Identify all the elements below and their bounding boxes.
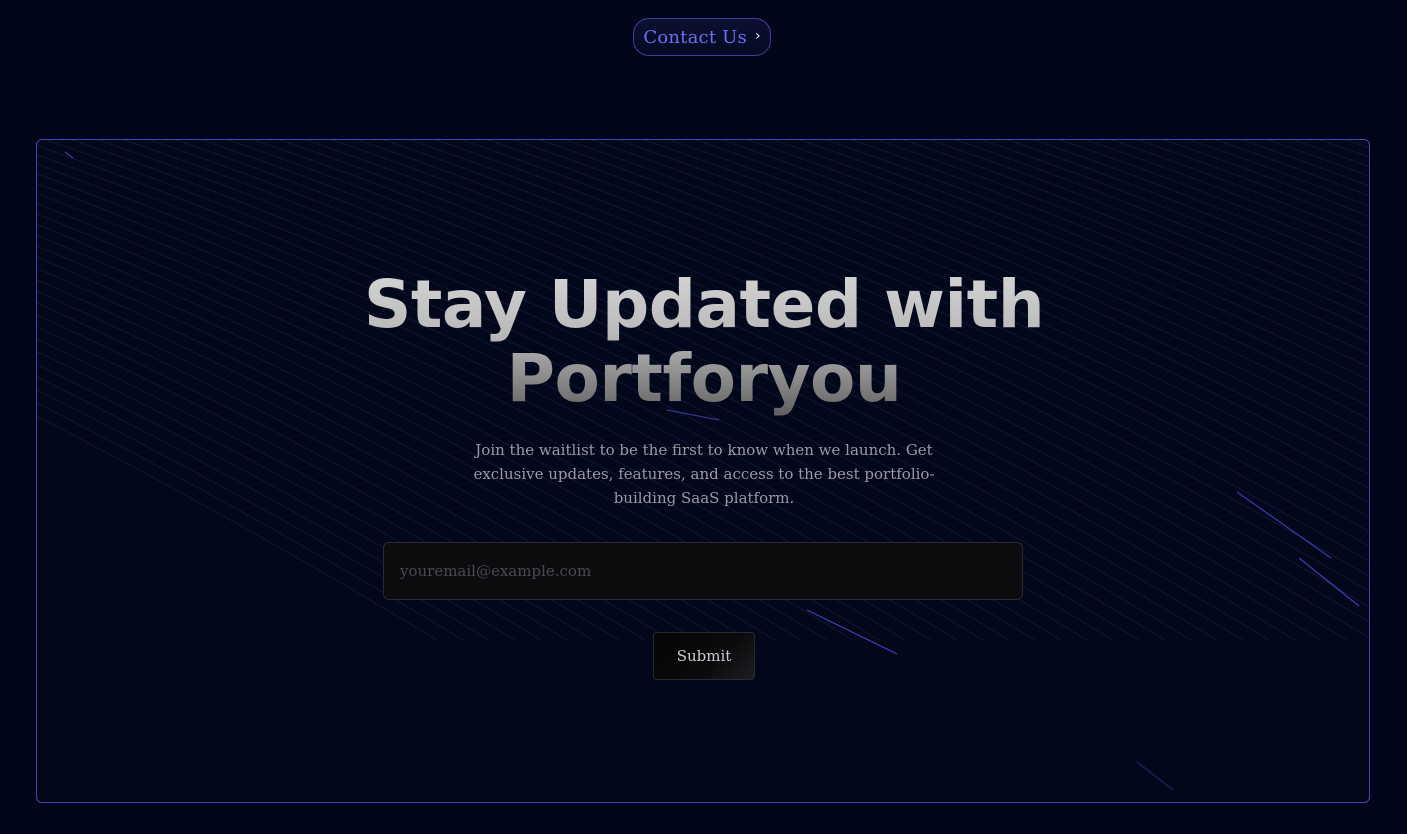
headline-line-2: Portforyou xyxy=(506,340,902,417)
contact-us-button[interactable]: Contact Us › xyxy=(633,18,771,56)
chevron-right-icon: › xyxy=(755,28,761,44)
headline-line-1: Stay Updated with xyxy=(363,266,1045,343)
subtitle: Join the waitlist to be the first to kno… xyxy=(473,441,935,507)
email-input[interactable] xyxy=(383,542,1023,600)
waitlist-card: Stay Updated with Portforyou Join the wa… xyxy=(36,139,1370,803)
streak xyxy=(1236,491,1332,559)
streak xyxy=(1136,761,1174,791)
submit-button[interactable]: Submit xyxy=(653,632,755,680)
page-title: Stay Updated with Portforyou xyxy=(37,266,1369,417)
contact-us-label: Contact Us xyxy=(643,26,747,48)
streak xyxy=(806,609,898,655)
